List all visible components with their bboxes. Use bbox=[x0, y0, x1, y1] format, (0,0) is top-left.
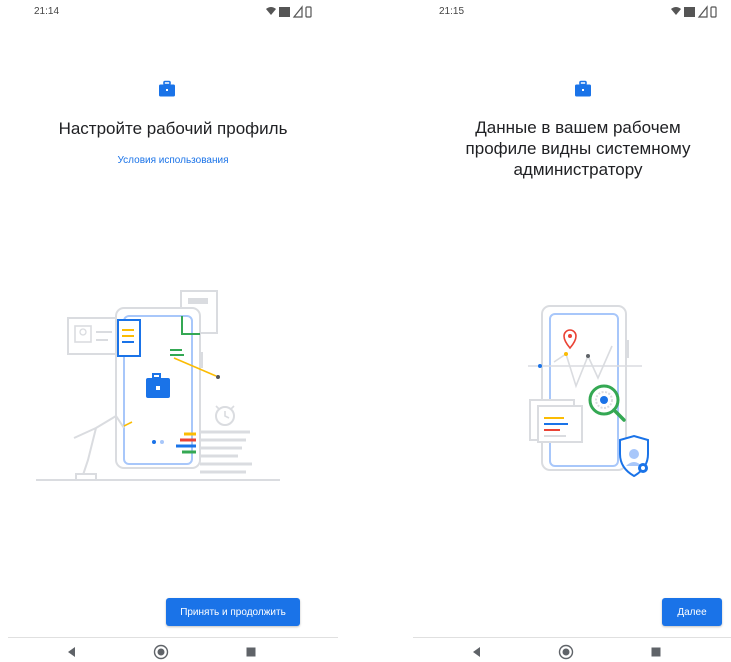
recents-icon[interactable] bbox=[648, 644, 664, 660]
battery-icon bbox=[305, 6, 312, 18]
lte-icon bbox=[684, 7, 695, 17]
briefcase-icon bbox=[575, 80, 591, 97]
page-title: Данные в вашем рабочем профиле видны сис… bbox=[413, 117, 731, 180]
back-icon[interactable] bbox=[469, 644, 485, 660]
status-icons bbox=[266, 5, 312, 18]
admin-visibility-screen: 21:15 Данные в вашем рабочем профиле вид… bbox=[413, 0, 731, 662]
status-icons bbox=[671, 5, 717, 18]
title-line: профиле видны системному bbox=[465, 139, 691, 158]
signal-icon bbox=[697, 5, 708, 18]
status-bar: 21:15 bbox=[413, 0, 731, 24]
recents-icon[interactable] bbox=[243, 644, 259, 660]
setup-work-profile-screen: 21:14 Настройте рабочий профиль Условия … bbox=[8, 0, 338, 662]
terms-of-use-link[interactable]: Условия использования bbox=[8, 155, 338, 166]
wifi-icon bbox=[266, 7, 276, 15]
nav-divider bbox=[8, 637, 338, 638]
home-icon[interactable] bbox=[153, 644, 169, 660]
status-time: 21:14 bbox=[34, 6, 60, 17]
navigation-bar bbox=[413, 640, 731, 662]
signal-icon bbox=[292, 5, 303, 18]
screenshot-pair: 21:14 Настройте рабочий профиль Условия … bbox=[0, 0, 731, 662]
wifi-icon bbox=[671, 7, 681, 15]
navigation-bar bbox=[8, 640, 338, 662]
battery-icon bbox=[710, 6, 717, 18]
nav-divider bbox=[413, 637, 731, 638]
work-profile-setup-illustration bbox=[36, 290, 280, 481]
briefcase-icon bbox=[159, 80, 175, 97]
next-button[interactable]: Далее bbox=[662, 598, 722, 626]
home-icon[interactable] bbox=[558, 644, 574, 660]
status-time: 21:15 bbox=[439, 6, 465, 17]
title-line: администратору bbox=[513, 160, 643, 179]
back-icon[interactable] bbox=[64, 644, 80, 660]
lte-icon bbox=[279, 7, 290, 17]
status-bar: 21:14 bbox=[8, 0, 338, 24]
admin-visibility-illustration bbox=[528, 305, 649, 478]
accept-and-continue-button[interactable]: Принять и продолжить bbox=[166, 598, 300, 626]
title-line: Данные в вашем рабочем bbox=[475, 118, 681, 137]
page-title: Настройте рабочий профиль bbox=[58, 119, 288, 138]
